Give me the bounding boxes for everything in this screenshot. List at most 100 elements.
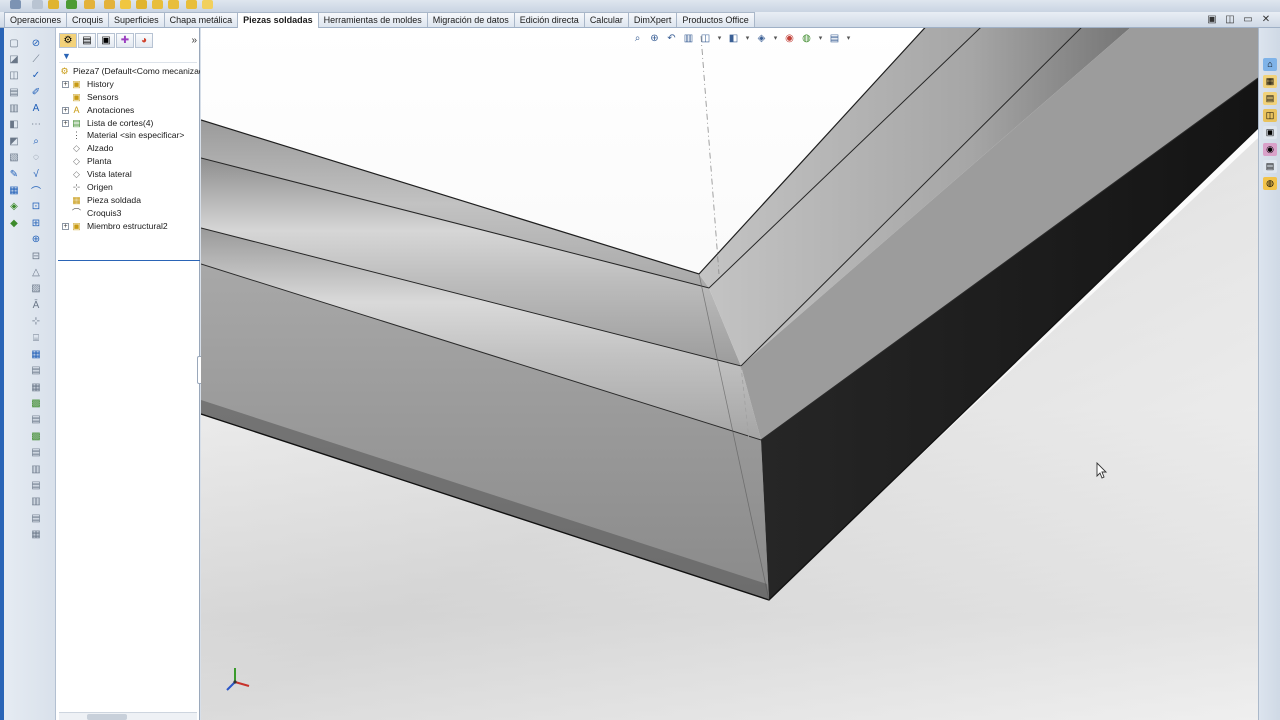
hole-callout-icon[interactable]: ⊡ — [28, 200, 44, 214]
close-icon[interactable]: ✕ — [1260, 14, 1272, 26]
open-icon[interactable] — [32, 0, 43, 9]
weld-symbol-icon[interactable]: ⌒ — [28, 184, 44, 198]
horizontal-scrollbar[interactable] — [59, 712, 197, 720]
display-manager-icon[interactable]: ◕ — [135, 32, 153, 48]
end-cap-icon[interactable]: ▧ — [6, 151, 22, 165]
edit-appearance-icon[interactable]: ◉ — [783, 33, 796, 45]
tab-productos-office[interactable]: Productos Office — [676, 12, 755, 27]
expand-toggle-icon[interactable]: + — [62, 222, 69, 230]
custom-properties-icon[interactable]: ▤ — [1263, 160, 1277, 173]
cut-list-icon[interactable]: ◆ — [6, 216, 22, 230]
revision-symbol-icon[interactable]: ⌸ — [28, 331, 44, 345]
display-style-dropdown-icon[interactable]: ▾ — [744, 33, 751, 45]
expand-panel-icon[interactable]: » — [191, 35, 197, 46]
tree-item-sketch[interactable]: ⌒ Croquis3 — [56, 207, 200, 220]
tree-item-sensors-folder[interactable]: ▣ Sensors — [56, 91, 200, 104]
hide-show-items-icon[interactable]: ◈ — [755, 33, 768, 45]
tree-item-plane[interactable]: ◇ Planta — [56, 155, 200, 168]
geometric-tolerance-icon[interactable]: ⊟ — [28, 249, 44, 263]
view-settings-icon[interactable]: ▤ — [828, 33, 841, 45]
centerline-icon[interactable]: ⊹ — [28, 315, 44, 329]
tab-dimxpert[interactable]: DimXpert — [627, 12, 678, 27]
configuration-manager-icon[interactable]: ▣ — [97, 32, 115, 48]
tab-operaciones[interactable]: Operaciones — [4, 12, 68, 27]
apply-scene-dropdown-icon[interactable]: ▾ — [817, 33, 824, 45]
scrollbar-thumb[interactable] — [87, 714, 127, 720]
sketch-3d-icon[interactable]: ▢ — [6, 36, 22, 50]
tab-migración-de-datos[interactable]: Migración de datos — [426, 12, 515, 27]
tree-item-weldment[interactable]: ▦ Pieza soldada — [56, 194, 200, 207]
sheet-icon[interactable]: ▦ — [28, 528, 44, 542]
measure-icon[interactable] — [168, 0, 179, 9]
expand-toggle-icon[interactable]: + — [62, 80, 69, 88]
circle-icon[interactable]: ◌ — [28, 151, 44, 165]
tree-item-part[interactable]: ⚙ Pieza7 (Default<Como mecanizado>) — [56, 65, 200, 78]
display-style-icon[interactable]: ◧ — [727, 33, 740, 45]
section-view-icon[interactable]: ▥ — [682, 33, 695, 45]
select-icon[interactable] — [152, 0, 163, 9]
edit-sketch-icon[interactable]: ✎ — [6, 167, 22, 181]
fillet-bead-icon[interactable]: ▦ — [6, 184, 22, 198]
tab-calcular[interactable]: Calcular — [583, 12, 629, 27]
rebuild-icon[interactable] — [104, 0, 115, 9]
surface-finish-icon[interactable]: √ — [28, 167, 44, 181]
view-palette-icon[interactable]: ▣ — [1263, 126, 1277, 139]
tree-item-cut-list[interactable]: + ▤ Lista de cortes(4) — [56, 117, 200, 130]
view-orientation-dropdown-icon[interactable]: ▾ — [716, 33, 723, 45]
restore-icon[interactable]: ▣ — [1206, 14, 1218, 26]
datum-target-icon[interactable]: ⊕ — [28, 233, 44, 247]
new-document-icon[interactable] — [10, 0, 21, 9]
datum-feature-icon[interactable]: ⊞ — [28, 216, 44, 230]
expand-toggle-icon[interactable]: + — [62, 119, 69, 127]
print-icon[interactable] — [66, 0, 77, 9]
spell-check-icon[interactable]: ✓ — [28, 69, 44, 83]
extruded-cut-icon[interactable]: ▥ — [6, 102, 22, 116]
structural-member-icon[interactable]: ◪ — [6, 52, 22, 66]
block-icon[interactable]: Ā — [28, 298, 44, 312]
hole-wizard-icon[interactable]: ◧ — [6, 118, 22, 132]
view-settings-dropdown-icon[interactable]: ▾ — [845, 33, 852, 45]
table-icon[interactable]: ▦ — [28, 347, 44, 361]
zoom-icon[interactable]: ⌕ — [28, 134, 44, 148]
tree-rollback-bar[interactable] — [58, 260, 200, 261]
zoom-to-fit-icon[interactable]: ⌕ — [631, 33, 644, 45]
note-icon[interactable]: A — [28, 102, 44, 116]
magnetic-line-icon[interactable]: ▩ — [28, 429, 44, 443]
previous-view-icon[interactable]: ↶ — [665, 33, 678, 45]
tree-item-plane[interactable]: ◇ Vista lateral — [56, 168, 200, 181]
balloon-icon[interactable]: ▥ — [28, 462, 44, 476]
graphics-area[interactable]: ⌕ ⊕ ↶ ▥ ◫ ▾ ◧ ▾ ◈ ▾ ◉ ◍ ▾ ▤ ▾ — [201, 28, 1258, 720]
bom-icon[interactable]: ▤ — [28, 364, 44, 378]
layer-icon[interactable]: ▤ — [28, 413, 44, 427]
undo-icon[interactable] — [84, 0, 95, 9]
weld-bead-icon[interactable]: ◈ — [6, 200, 22, 214]
tab-croquis[interactable]: Croquis — [66, 12, 110, 27]
stack-balloon-icon[interactable]: ▤ — [28, 446, 44, 460]
options-icon[interactable] — [120, 0, 131, 9]
center-mark-icon[interactable]: △ — [28, 265, 44, 279]
smart-dimension-icon[interactable]: ⊘ — [28, 36, 44, 50]
save-icon[interactable] — [48, 0, 59, 9]
dimxpert-manager-icon[interactable]: ✚ — [116, 32, 134, 48]
tree-item-structural-member[interactable]: + ▣ Miembro estructural2 — [56, 220, 200, 233]
tree-item-annotations[interactable]: + A Anotaciones — [56, 104, 200, 117]
gusset-icon[interactable]: ◩ — [6, 134, 22, 148]
solidworks-resources-icon[interactable]: ⌂ — [1263, 58, 1277, 71]
linear-pattern-icon[interactable]: ⋯ — [28, 118, 44, 132]
pointer-icon[interactable] — [202, 0, 213, 9]
apply-scene-icon[interactable]: ◍ — [800, 33, 813, 45]
tree-item-history-folder[interactable]: + ▣ History — [56, 78, 200, 91]
caterpillar-icon[interactable]: ▥ — [28, 495, 44, 509]
design-library-icon[interactable]: ▦ — [1263, 75, 1277, 88]
extruded-boss-icon[interactable]: ▤ — [6, 85, 22, 99]
hatch-icon[interactable]: ▨ — [28, 282, 44, 296]
format-painter-icon[interactable]: ✐ — [28, 85, 44, 99]
title-block-icon[interactable]: ▩ — [28, 397, 44, 411]
file-properties-icon[interactable] — [136, 0, 147, 9]
tree-item-origin[interactable]: ⊹ Origen — [56, 181, 200, 194]
forum-icon[interactable]: ◍ — [1263, 177, 1277, 190]
search-folder-icon[interactable]: ◫ — [1263, 109, 1277, 122]
appearances-icon[interactable]: ◉ — [1263, 143, 1277, 156]
zoom-to-area-icon[interactable]: ⊕ — [648, 33, 661, 45]
customize-icon[interactable] — [186, 0, 197, 9]
